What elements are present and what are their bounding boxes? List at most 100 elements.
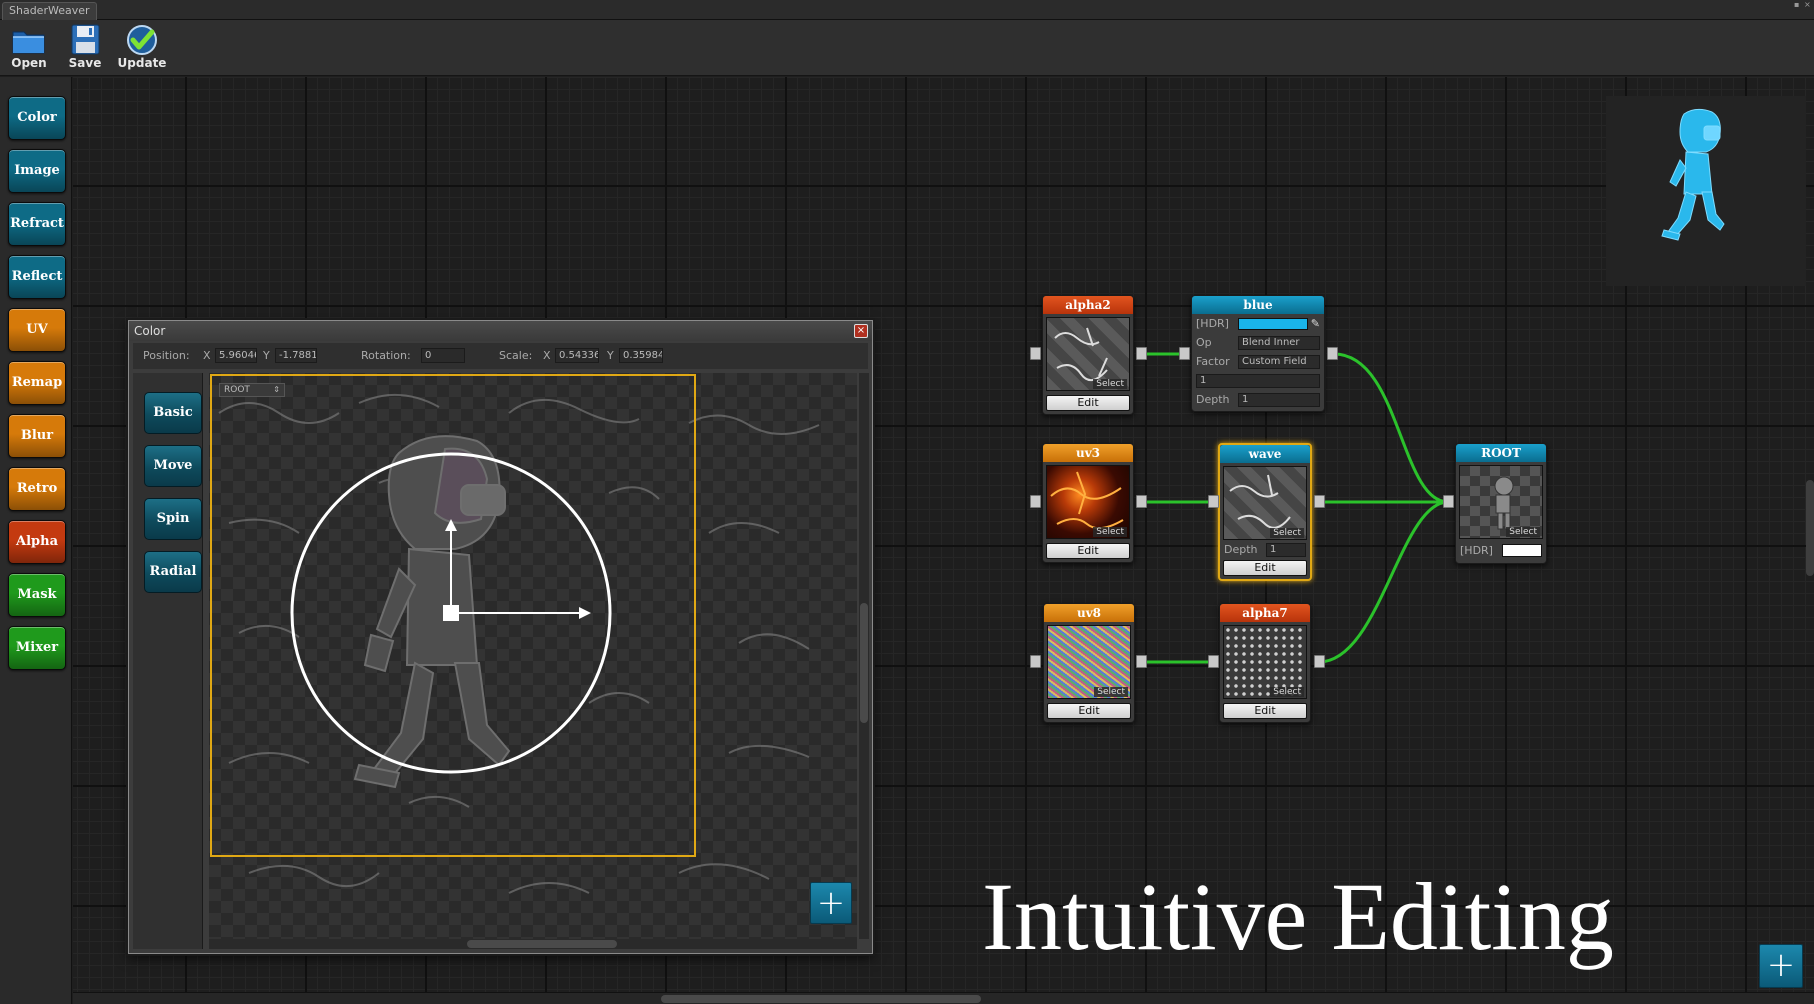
edit-viewport[interactable]: ROOT ⇕ +: [209, 373, 857, 949]
input-port[interactable]: [1179, 347, 1190, 360]
output-port[interactable]: [1136, 347, 1147, 360]
node-title[interactable]: ROOT: [1456, 444, 1546, 462]
input-port[interactable]: [1208, 655, 1219, 668]
shaderweaver-window: ShaderWeaver ▪ × Open Save Update Color …: [0, 0, 1814, 1004]
transform-bar: Position: X 5.96046 Y -1.7881 Rotation: …: [133, 343, 868, 369]
position-label: Position:: [143, 349, 190, 362]
dialog-mode-tabs: Basic Move Spin Radial: [133, 373, 203, 949]
input-port[interactable]: [1443, 495, 1454, 508]
rotation-label: Rotation:: [361, 349, 411, 362]
output-port[interactable]: [1314, 495, 1325, 508]
depth-label: Depth: [1196, 393, 1230, 406]
op-label: Op: [1196, 336, 1212, 349]
node-title[interactable]: blue: [1192, 296, 1324, 314]
output-port[interactable]: [1327, 347, 1338, 360]
node-edit-button[interactable]: Edit: [1223, 560, 1307, 576]
tab-spin[interactable]: Spin: [144, 498, 202, 540]
node-texture-thumbnail: Select: [1223, 466, 1307, 540]
color-edit-dialog: Color × Position: X 5.96046 Y -1.7881 Ro…: [128, 320, 873, 954]
layer-dropdown[interactable]: ROOT ⇕: [219, 383, 285, 397]
depth-input[interactable]: 1: [1266, 542, 1306, 557]
color-swatch[interactable]: [1502, 544, 1542, 557]
layer-dropdown-value: ROOT: [224, 385, 250, 395]
node-title[interactable]: uv3: [1043, 444, 1133, 462]
input-port[interactable]: [1030, 347, 1041, 360]
node-alpha2[interactable]: alpha2 Select Edit: [1042, 295, 1134, 415]
output-port[interactable]: [1314, 655, 1325, 668]
hdr-label: [HDR]: [1196, 317, 1229, 330]
node-blue[interactable]: blue [HDR] ✎ Op Blend Inner Factor Custo…: [1191, 295, 1325, 412]
scroll-thumb[interactable]: [860, 603, 868, 723]
node-uv8[interactable]: uv8 Select Edit: [1043, 603, 1135, 723]
scale-y-input[interactable]: 0.35984: [619, 348, 663, 363]
tab-radial[interactable]: Radial: [144, 551, 202, 593]
color-swatch[interactable]: [1238, 317, 1308, 330]
canvas-add-button[interactable]: +: [1759, 944, 1803, 988]
position-x-label: X: [203, 349, 211, 362]
node-title[interactable]: wave: [1220, 445, 1310, 463]
node-select-button[interactable]: Select: [1093, 527, 1127, 537]
input-port[interactable]: [1208, 495, 1219, 508]
dialog-horizontal-scrollbar[interactable]: [209, 939, 857, 949]
op-dropdown[interactable]: Blend Inner: [1238, 335, 1320, 350]
node-edit-button[interactable]: Edit: [1046, 395, 1130, 411]
viewport-scene: [210, 374, 820, 894]
depth-row: Depth 1: [1192, 390, 1324, 409]
scale-y-label: Y: [607, 349, 614, 362]
node-texture-thumbnail: Select: [1459, 465, 1543, 539]
node-title[interactable]: alpha2: [1043, 296, 1133, 314]
canvas-vertical-scroll-thumb[interactable]: [1806, 480, 1814, 576]
node-texture-thumbnail: Select: [1223, 625, 1307, 699]
node-texture-thumbnail: Select: [1046, 465, 1130, 539]
depth-label: Depth: [1224, 543, 1258, 556]
node-edit-button[interactable]: Edit: [1047, 703, 1131, 719]
dialog-title[interactable]: Color: [129, 321, 872, 341]
eyedropper-icon[interactable]: ✎: [1311, 317, 1320, 330]
canvas-horizontal-scrollbar[interactable]: [73, 992, 1814, 1004]
input-port[interactable]: [1030, 655, 1041, 668]
node-wave[interactable]: wave Select Depth 1 Edit: [1218, 443, 1312, 581]
node-title[interactable]: alpha7: [1220, 604, 1310, 622]
depth-row: Depth 1: [1220, 540, 1310, 559]
node-uv3[interactable]: uv3 Select Edit: [1042, 443, 1134, 563]
feature-caption: Intuitive Editing: [982, 863, 1614, 970]
input-port[interactable]: [1030, 495, 1041, 508]
factor-label: Factor: [1196, 355, 1230, 368]
scroll-thumb[interactable]: [467, 940, 617, 948]
depth-input[interactable]: 1: [1238, 392, 1320, 407]
character-sprite-icon: [353, 435, 511, 789]
node-select-button[interactable]: Select: [1506, 527, 1540, 537]
move-handle[interactable]: [443, 605, 459, 621]
tab-move[interactable]: Move: [144, 445, 202, 487]
output-port[interactable]: [1136, 495, 1147, 508]
close-icon[interactable]: ×: [854, 324, 868, 338]
op-row: Op Blend Inner: [1192, 333, 1324, 352]
node-select-button[interactable]: Select: [1270, 528, 1304, 538]
node-edit-button[interactable]: Edit: [1223, 703, 1307, 719]
node-edit-button[interactable]: Edit: [1046, 543, 1130, 559]
node-select-button[interactable]: Select: [1270, 687, 1304, 697]
dialog-vertical-scrollbar[interactable]: [859, 373, 869, 939]
scale-x-label: X: [543, 349, 551, 362]
add-button[interactable]: +: [810, 882, 852, 924]
position-y-label: Y: [263, 349, 270, 362]
node-select-button[interactable]: Select: [1094, 687, 1128, 697]
tab-basic[interactable]: Basic: [144, 392, 202, 434]
scroll-thumb[interactable]: [661, 995, 981, 1003]
custom-field-input[interactable]: 1: [1196, 373, 1320, 388]
node-noise-thumbnail: Select: [1047, 625, 1131, 699]
factor-dropdown[interactable]: Custom Field: [1238, 354, 1320, 369]
node-alpha7[interactable]: alpha7 Select Edit: [1219, 603, 1311, 723]
hdr-color-row: [HDR] ✎: [1192, 314, 1324, 333]
node-select-button[interactable]: Select: [1093, 379, 1127, 389]
node-root[interactable]: ROOT Select [HDR]: [1455, 443, 1547, 564]
node-title[interactable]: uv8: [1044, 604, 1134, 622]
scale-x-input[interactable]: 0.54336: [555, 348, 599, 363]
node-texture-thumbnail: Select: [1046, 317, 1130, 391]
hdr-label: [HDR]: [1460, 544, 1493, 557]
rotation-input[interactable]: 0: [421, 348, 465, 363]
position-y-input[interactable]: -1.7881: [275, 348, 317, 363]
output-port[interactable]: [1136, 655, 1147, 668]
custom-field-row: 1: [1192, 371, 1324, 390]
position-x-input[interactable]: 5.96046: [215, 348, 257, 363]
